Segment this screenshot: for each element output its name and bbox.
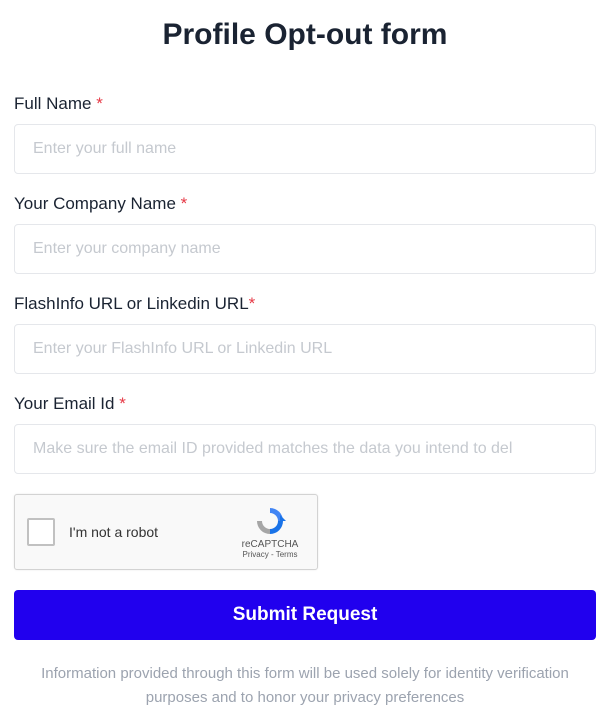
required-star: * [249,294,256,313]
email-label: Your Email Id * [14,394,596,414]
page-title: Profile Opt-out form [14,18,596,52]
recaptcha-label: I'm not a robot [69,524,235,540]
full-name-label-text: Full Name [14,94,96,113]
full-name-input[interactable] [14,124,596,174]
company-label-text: Your Company Name [14,194,181,213]
full-name-group: Full Name * [14,94,596,174]
required-star: * [96,94,103,113]
full-name-label: Full Name * [14,94,596,114]
email-group: Your Email Id * [14,394,596,474]
recaptcha-brand-text: reCAPTCHA [242,539,299,550]
recaptcha-links[interactable]: Privacy - Terms [243,550,298,559]
recaptcha-icon [254,505,286,537]
url-label-text: FlashInfo URL or Linkedin URL [14,294,249,313]
submit-button[interactable]: Submit Request [14,590,596,640]
disclaimer-text: Information provided through this form w… [14,662,596,710]
url-group: FlashInfo URL or Linkedin URL* [14,294,596,374]
recaptcha-checkbox[interactable] [27,518,55,546]
company-label: Your Company Name * [14,194,596,214]
recaptcha-branding: reCAPTCHA Privacy - Terms [235,505,305,559]
company-group: Your Company Name * [14,194,596,274]
required-star: * [119,394,126,413]
url-label: FlashInfo URL or Linkedin URL* [14,294,596,314]
required-star: * [181,194,188,213]
company-input[interactable] [14,224,596,274]
recaptcha-widget: I'm not a robot reCAPTCHA Privacy - Term… [14,494,318,570]
email-label-text: Your Email Id [14,394,119,413]
email-input[interactable] [14,424,596,474]
url-input[interactable] [14,324,596,374]
